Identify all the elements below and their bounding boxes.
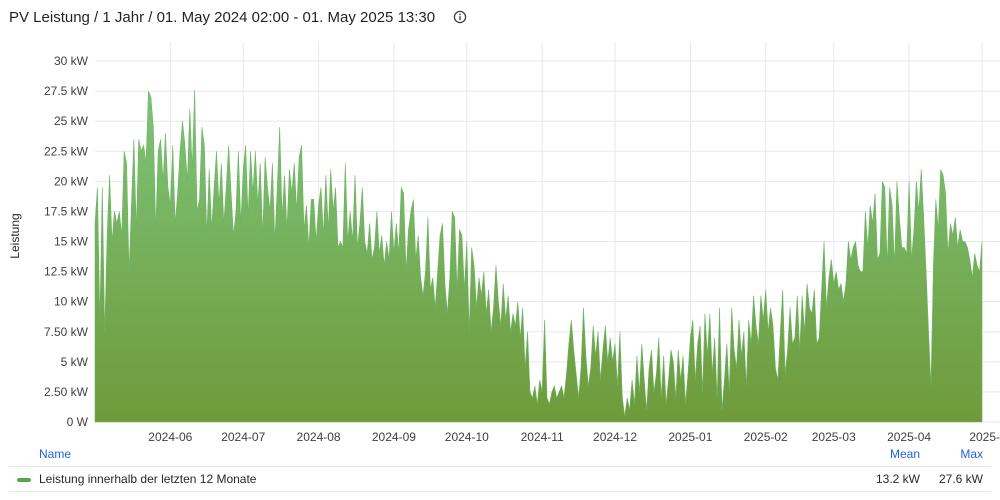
y-tick-label: 2.50 kW <box>44 385 89 399</box>
y-tick-label: 20 kW <box>54 174 89 188</box>
y-axis: 0 W 2.50 kW 5 kW 7.50 kW 10 kW 12.5 kW 15 kW 17… <box>44 54 89 429</box>
legend-header: Name Mean Max <box>0 444 1000 464</box>
y-tick-label: 22.5 kW <box>44 144 89 158</box>
legend-column-max[interactable]: Max <box>960 447 983 461</box>
x-tick-label: 2024-12 <box>593 430 637 442</box>
legend-swatch <box>17 478 31 482</box>
legend-column-mean[interactable]: Mean <box>890 447 920 461</box>
panel-title: PV Leistung / 1 Jahr / 01. May 2024 02:0… <box>9 8 436 26</box>
info-circle-icon[interactable] <box>453 10 467 24</box>
y-tick-label: 10 kW <box>54 295 89 309</box>
y-tick-label: 7.50 kW <box>44 325 89 339</box>
x-axis: 2024-06 2024-07 2024-08 2024-09 2024-10 2024-… <box>148 430 1000 442</box>
y-tick-label: 27.5 kW <box>44 84 89 98</box>
x-tick-label: 2024-09 <box>372 430 416 442</box>
y-tick-label: 12.5 kW <box>44 265 89 279</box>
x-tick-label: 2024-08 <box>297 430 341 442</box>
x-tick-label: 2025-03 <box>812 430 856 442</box>
y-tick-label: 0 W <box>67 415 89 429</box>
y-tick-label: 25 kW <box>54 114 89 128</box>
x-tick-label: 2025-02 <box>744 430 788 442</box>
legend-series-label[interactable]: Leistung innerhalb der letzten 12 Monate <box>39 472 256 486</box>
chart[interactable]: 0 W 2.50 kW 5 kW 7.50 kW 10 kW 12.5 kW 15 kW 17… <box>0 34 1000 442</box>
x-tick-label: 2024-06 <box>148 430 192 442</box>
y-tick-label: 15 kW <box>54 235 89 249</box>
x-tick-label: 2025-01 <box>668 430 712 442</box>
x-tick-label: 2024-10 <box>445 430 489 442</box>
x-tick-label: 2025- <box>969 430 1000 442</box>
legend-row[interactable]: Leistung innerhalb der letzten 12 Monate… <box>9 466 991 492</box>
series-area[interactable] <box>94 89 983 423</box>
legend-mean-value: 13.2 kW <box>875 472 920 486</box>
y-tick-label: 17.5 kW <box>44 204 89 218</box>
legend-max-value: 27.6 kW <box>938 472 983 486</box>
x-tick-label: 2025-04 <box>887 430 931 442</box>
panel-header: PV Leistung / 1 Jahr / 01. May 2024 02:0… <box>0 0 1000 34</box>
y-tick-label: 5 kW <box>61 355 89 369</box>
x-tick-label: 2024-07 <box>221 430 265 442</box>
y-tick-label: 30 kW <box>54 54 89 68</box>
x-tick-label: 2024-11 <box>521 430 564 442</box>
legend-column-name[interactable]: Name <box>39 447 71 461</box>
y-axis-label: Leistung <box>8 213 22 258</box>
